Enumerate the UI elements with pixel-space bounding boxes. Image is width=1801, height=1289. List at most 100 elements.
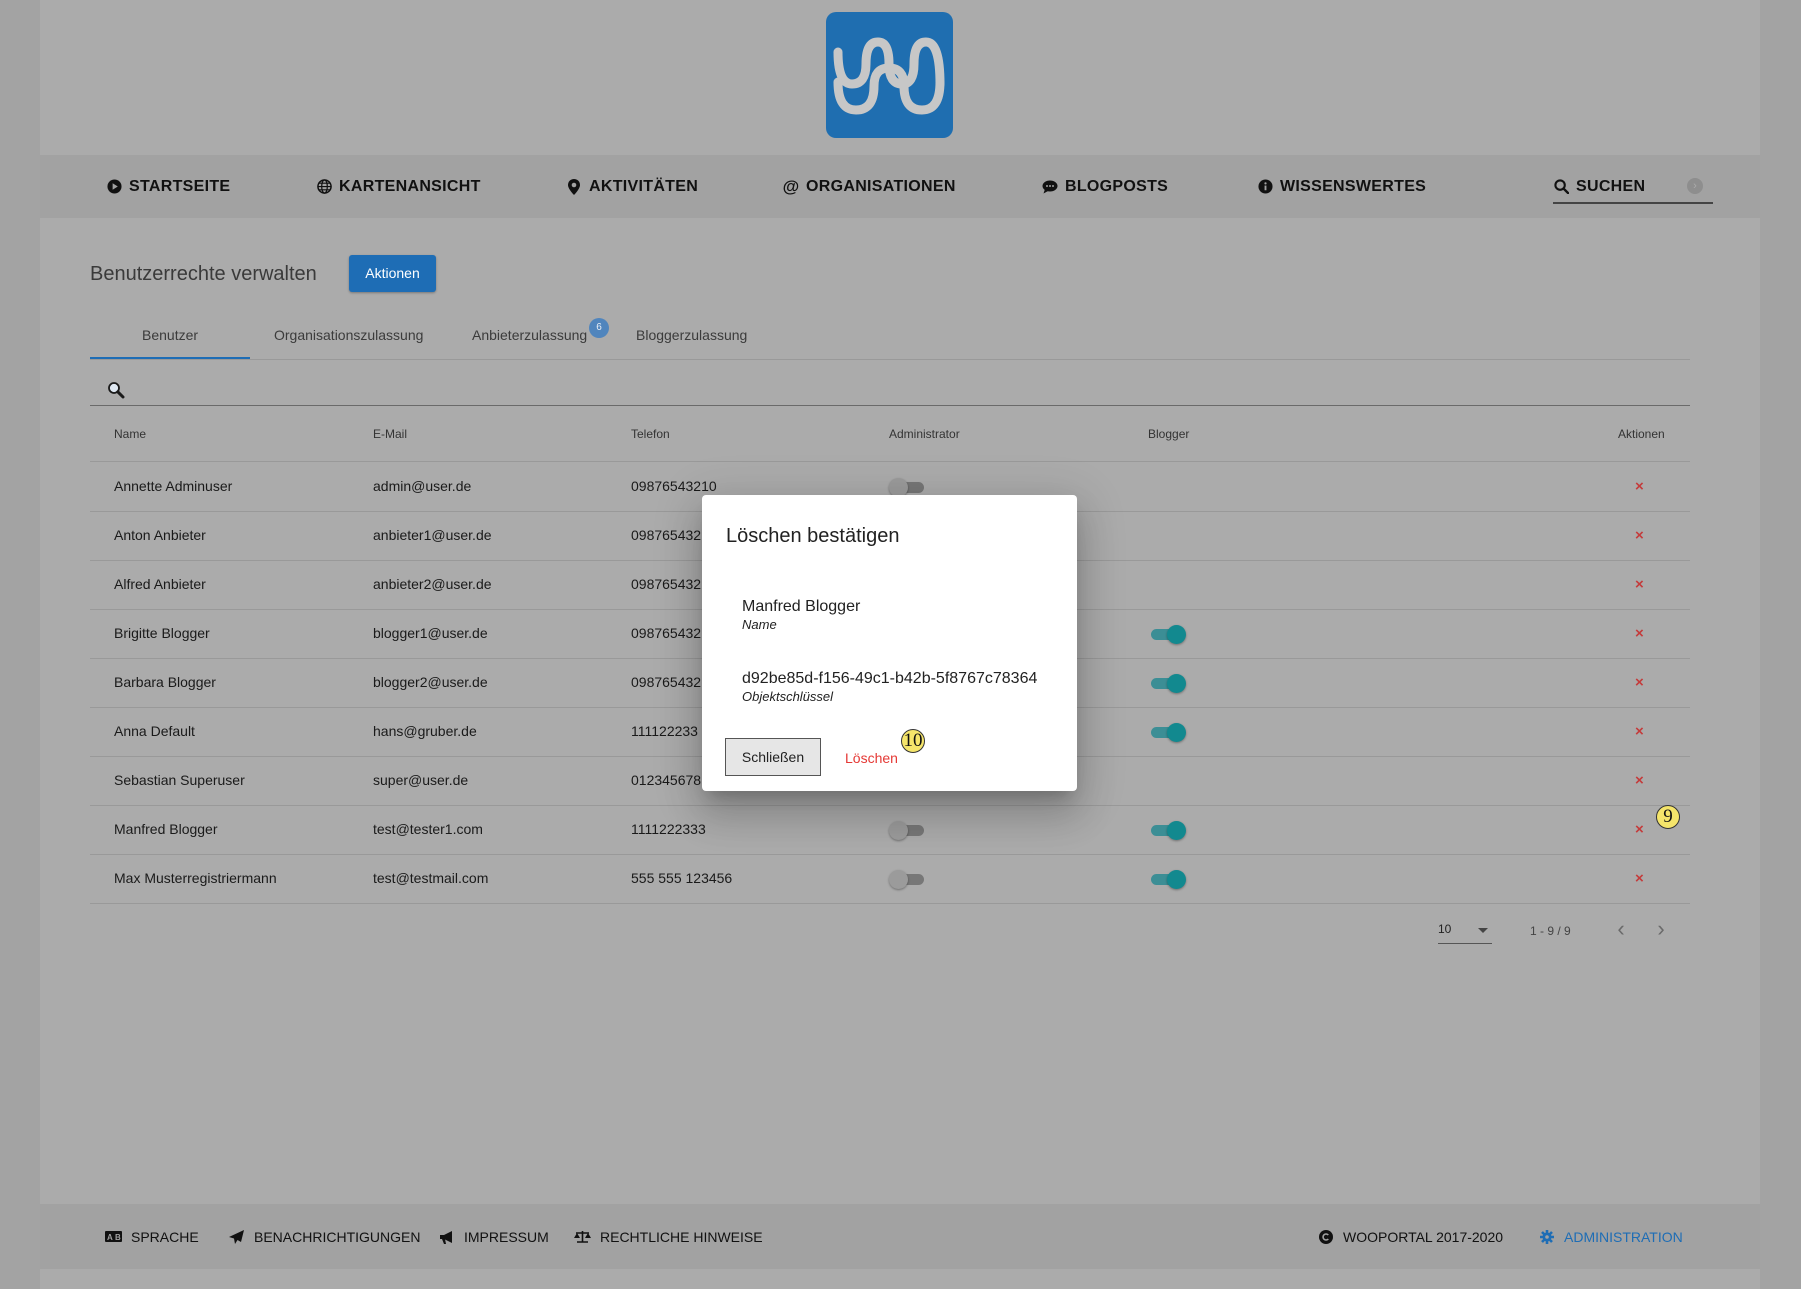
administrator-toggle[interactable]	[889, 477, 927, 497]
nav-kartenansicht[interactable]: KARTENANSICHT	[316, 155, 481, 218]
delete-user-icon[interactable]: ×	[1635, 511, 1644, 560]
dialog-delete-button[interactable]: Löschen	[845, 750, 898, 766]
cell-email: admin@user.de	[373, 478, 472, 494]
nav-label: WISSENSWERTES	[1280, 177, 1427, 195]
language-icon: AB	[105, 1230, 122, 1244]
administrator-toggle[interactable]	[889, 820, 927, 840]
map-pin-icon	[566, 178, 582, 195]
nav-label: AKTIVITÄTEN	[589, 177, 699, 195]
nav-search-underline	[1553, 202, 1713, 204]
cell-phone: 098765432	[631, 625, 702, 641]
play-circle-icon	[106, 179, 122, 195]
toggle-knob	[1167, 674, 1186, 693]
cell-phone: 1111222333	[631, 821, 706, 837]
column-header-blogger[interactable]: Blogger	[1148, 427, 1189, 441]
administration-label: ADMINISTRATION	[1564, 1228, 1683, 1245]
nav-aktivitaeten[interactable]: AKTIVITÄTEN	[566, 155, 698, 218]
cell-name: Alfred Anbieter	[114, 576, 206, 592]
blogger-toggle[interactable]	[1148, 673, 1186, 693]
footer-label: IMPRESSUM	[464, 1228, 549, 1245]
cell-email: blogger1@user.de	[373, 625, 488, 641]
footer-rechtliche-hinweise[interactable]: RECHTLICHE HINWEISE	[574, 1204, 763, 1269]
column-header-email[interactable]: E-Mail	[373, 427, 407, 441]
cell-phone: 098765432	[631, 576, 702, 592]
delete-user-icon[interactable]: ×	[1635, 854, 1644, 903]
administrator-toggle[interactable]	[889, 869, 927, 889]
cell-email: anbieter1@user.de	[373, 527, 492, 543]
footer-benachrichtigungen[interactable]: BENACHRICHTIGUNGEN	[228, 1204, 420, 1269]
copyright-label: WOOPORTAL 2017-2020	[1343, 1228, 1504, 1245]
delete-user-icon[interactable]: ×	[1635, 462, 1644, 511]
arrow-right-circle-icon[interactable]: ›	[1687, 178, 1703, 194]
tab-benutzer[interactable]: Benutzer	[142, 327, 198, 343]
footer-copyright: WOOPORTAL 2017-2020	[1317, 1204, 1503, 1269]
cell-email: blogger2@user.de	[373, 674, 488, 690]
dialog-name-value: Manfred Blogger	[742, 598, 861, 615]
footer-label: RECHTLICHE HINWEISE	[600, 1228, 763, 1245]
toggle-knob	[889, 821, 908, 840]
comment-icon	[1042, 179, 1058, 195]
page-size-value: 10	[1438, 922, 1452, 936]
tab-divider	[90, 359, 1690, 360]
cell-phone: 111122233	[631, 723, 698, 739]
blogger-toggle[interactable]	[1148, 820, 1186, 840]
column-header-phone[interactable]: Telefon	[631, 427, 670, 441]
cell-name: Brigitte Blogger	[114, 625, 210, 641]
megaphone-icon	[438, 1230, 455, 1244]
info-circle-icon	[1257, 179, 1273, 195]
column-header-administrator[interactable]: Administrator	[889, 427, 960, 441]
nav-organisationen[interactable]: @ ORGANISATIONEN	[783, 155, 956, 218]
next-page-button[interactable]: ›	[1650, 918, 1672, 940]
delete-user-icon[interactable]: ×	[1635, 707, 1644, 756]
step-marker: 9	[1656, 805, 1680, 829]
cell-name: Annette Adminuser	[114, 478, 233, 494]
table-row: Max Musterregistriermann test@testmail.co…	[90, 854, 1690, 904]
blogger-toggle[interactable]	[1148, 869, 1186, 889]
blogger-toggle[interactable]	[1148, 624, 1186, 644]
tab-organisationszulassung[interactable]: Organisationszulassung	[274, 327, 423, 343]
table-search-input[interactable]	[90, 383, 1690, 406]
table-row: Manfred Blogger test@tester1.com 111122233…	[90, 805, 1690, 855]
tab-badge: 6	[589, 318, 609, 338]
dialog-close-button[interactable]: Schließen	[725, 738, 821, 776]
footer-administration[interactable]: ADMINISTRATION	[1538, 1204, 1683, 1269]
delete-user-icon[interactable]: ×	[1635, 658, 1644, 707]
tab-bloggerzulassung[interactable]: Bloggerzulassung	[636, 327, 747, 343]
tab-anbieterzulassung[interactable]: Anbieterzulassung	[472, 327, 587, 343]
actions-button[interactable]: Aktionen	[349, 255, 436, 292]
toggle-knob	[1167, 625, 1186, 644]
delete-user-icon[interactable]: ×	[1635, 805, 1644, 854]
cell-phone: 098765432	[631, 674, 702, 690]
cell-email: super@user.de	[373, 772, 469, 788]
page-title: Benutzerrechte verwalten	[90, 263, 317, 285]
footer-label: SPRACHE	[131, 1228, 199, 1245]
footer-impressum[interactable]: IMPRESSUM	[438, 1204, 549, 1269]
nav-search[interactable]: SUCHEN ›	[1553, 155, 1713, 218]
cell-name: Barbara Blogger	[114, 674, 216, 690]
page-size-select[interactable]: 10	[1438, 922, 1492, 944]
column-header-name[interactable]: Name	[114, 427, 146, 441]
nav-startseite[interactable]: STARTSEITE	[106, 155, 230, 218]
nav-label: KARTENANSICHT	[339, 177, 481, 195]
cell-phone: 555 555 123456	[631, 870, 733, 886]
blogger-toggle[interactable]	[1148, 722, 1186, 742]
cell-email: test@testmail.com	[373, 870, 489, 886]
delete-user-icon[interactable]: ×	[1635, 560, 1644, 609]
footer: AB SPRACHE BENACHRICHTIGUNGEN IMPRESSUM …	[40, 1204, 1760, 1269]
delete-user-icon[interactable]: ×	[1635, 609, 1644, 658]
nav-search-content: SUCHEN	[1553, 155, 1645, 218]
cell-email: anbieter2@user.de	[373, 576, 492, 592]
wooportal-logo[interactable]	[826, 12, 953, 138]
dialog-title: Löschen bestätigen	[726, 525, 900, 547]
delete-user-icon[interactable]: ×	[1635, 756, 1644, 805]
nav-wissenswertes[interactable]: WISSENSWERTES	[1257, 155, 1426, 218]
toggle-knob	[1167, 723, 1186, 742]
previous-page-button[interactable]: ‹	[1610, 918, 1632, 940]
copyright-icon	[1317, 1229, 1334, 1244]
gear-icon	[1538, 1229, 1555, 1244]
paper-plane-icon	[228, 1229, 245, 1244]
nav-search-label: SUCHEN	[1576, 177, 1646, 195]
page-size-underline	[1438, 943, 1492, 944]
footer-sprache[interactable]: AB SPRACHE	[105, 1204, 199, 1269]
nav-blogposts[interactable]: BLOGPOSTS	[1042, 155, 1168, 218]
